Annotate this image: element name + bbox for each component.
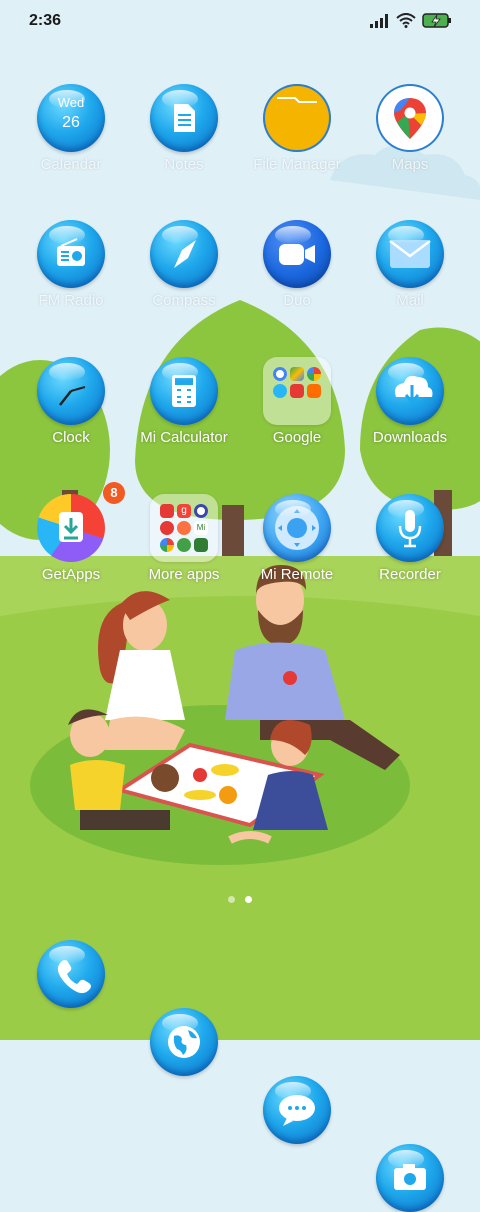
app-mini-icon (177, 521, 191, 535)
google-icon (273, 367, 287, 381)
calendar-date: 26 (62, 114, 80, 131)
signal-icon (370, 13, 388, 28)
maps-pin-icon (376, 84, 444, 152)
app-file-manager[interactable]: File Manager (241, 84, 353, 214)
app-mini-icon (177, 538, 191, 552)
clock-icon (37, 357, 105, 425)
dock (0, 940, 480, 1212)
app-mi-remote[interactable]: Mi Remote (241, 494, 353, 624)
status-icons (370, 13, 452, 28)
microphone-icon (376, 494, 444, 562)
app-compass[interactable]: Compass (128, 220, 240, 350)
app-notes[interactable]: Notes (128, 84, 240, 214)
app-mini-icon (160, 504, 174, 518)
mail-icon (376, 220, 444, 288)
folder-icon: g Mi (150, 494, 218, 562)
battery-charging-icon (422, 13, 451, 28)
phone-icon[interactable] (37, 940, 105, 1008)
status-bar: 2:36 (0, 0, 480, 44)
app-mi-calculator[interactable]: Mi Calculator (128, 357, 240, 487)
app-getapps[interactable]: 8 GetApps (15, 482, 127, 624)
page-indicator (0, 896, 480, 908)
app-label: Mi Calculator (140, 429, 228, 446)
browser-globe-icon[interactable] (150, 1008, 218, 1076)
app-downloads[interactable]: Downloads (354, 357, 466, 487)
remote-icon (263, 494, 331, 562)
wifi-icon (396, 13, 416, 28)
messages-icon[interactable] (263, 1076, 331, 1144)
app-mini-icon (194, 504, 208, 518)
app-label: Maps (391, 156, 429, 173)
app-mini-icon: g (177, 504, 191, 518)
mi-icon (307, 384, 321, 398)
app-mini-icon: Mi (194, 521, 208, 535)
page-dot-active (245, 896, 252, 903)
app-label: Recorder (379, 566, 441, 583)
app-google-folder[interactable]: Google (241, 357, 353, 487)
drive-icon (290, 367, 304, 381)
download-icon (376, 357, 444, 425)
app-label: GetApps (41, 566, 101, 583)
duo-mini-icon (273, 384, 287, 398)
app-maps[interactable]: Maps (354, 84, 466, 214)
notes-icon (150, 84, 218, 152)
camera-icon[interactable] (376, 1144, 444, 1212)
app-label: Mi Remote (260, 566, 334, 583)
app-label: Duo (283, 292, 311, 309)
app-label: Compass (152, 292, 216, 309)
youtube-icon (290, 384, 304, 398)
app-mini-icon (194, 538, 208, 552)
app-fm-radio[interactable]: FM Radio (15, 220, 127, 350)
photos-icon (307, 367, 321, 381)
app-label: More apps (148, 566, 220, 583)
app-label: Downloads (372, 429, 448, 446)
app-label: Notes (164, 156, 204, 173)
app-mail[interactable]: Mail (354, 220, 466, 350)
calendar-icon: Wed 26 (37, 84, 105, 152)
app-recorder[interactable]: Recorder (354, 494, 466, 624)
app-mini-icon (160, 538, 174, 552)
app-label: FM Radio (38, 292, 104, 309)
app-duo[interactable]: Duo (241, 220, 353, 350)
getapps-icon (37, 494, 105, 562)
app-label: Clock (52, 429, 90, 446)
calendar-day: Wed (57, 95, 85, 110)
app-mini-icon (160, 521, 174, 535)
page-dot (228, 896, 235, 903)
app-label: Google (272, 429, 322, 446)
status-time: 2:36 (29, 12, 62, 29)
app-label: Mail (396, 292, 424, 309)
notification-badge: 8 (103, 482, 125, 504)
radio-icon (37, 220, 105, 288)
app-label: Calendar (40, 156, 102, 173)
app-label: File Manager (253, 156, 341, 173)
calculator-icon (150, 357, 218, 425)
folder-icon (263, 84, 331, 152)
app-clock[interactable]: Clock (15, 357, 127, 487)
video-camera-icon (263, 220, 331, 288)
app-more-apps-folder[interactable]: g Mi More apps (128, 494, 240, 624)
folder-icon (263, 357, 331, 425)
app-calendar[interactable]: Wed 26 Calendar (15, 84, 127, 214)
compass-icon (150, 220, 218, 288)
